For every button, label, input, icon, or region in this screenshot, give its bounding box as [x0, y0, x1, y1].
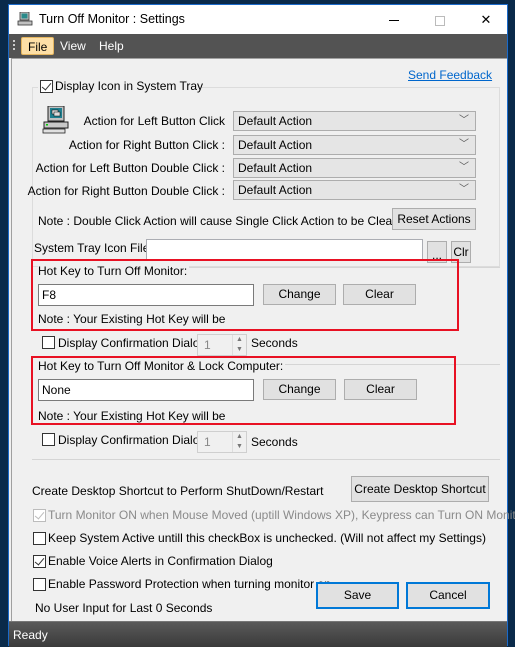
hotkey1-input[interactable] — [38, 284, 254, 306]
hotkey2-clear-button[interactable]: Clear — [344, 379, 417, 400]
send-feedback-link[interactable]: Send Feedback — [408, 68, 492, 82]
computer-icon — [42, 106, 69, 134]
mouse-move-label: Turn Monitor ON when Mouse Moved (uptill… — [48, 508, 515, 522]
status-text: Ready — [13, 628, 48, 642]
right-click-action-select[interactable]: Default Action ﹀ — [233, 135, 476, 155]
reset-actions-button[interactable]: Reset Actions — [392, 208, 476, 230]
close-icon: ✕ — [480, 12, 492, 27]
status-bar: Ready — [9, 621, 507, 647]
hotkey2-seconds-label: Seconds — [251, 435, 298, 449]
hotkey1-title: Hot Key to Turn Off Monitor: — [38, 264, 190, 278]
double-click-note: Note : Double Click Action will cause Si… — [38, 214, 410, 228]
hotkey2-seconds-spinner[interactable]: 1 ▲ ▼ — [197, 431, 247, 453]
title-bar[interactable]: Turn Off Monitor : Settings ✕ — [9, 5, 507, 34]
voice-alerts-label: Enable Voice Alerts in Confirmation Dial… — [48, 554, 273, 568]
right-double-click-action-label: Action for Right Button Double Click : — [27, 184, 225, 198]
shortcut-label: Create Desktop Shortcut to Perform ShutD… — [32, 484, 324, 498]
keep-active-label: Keep System Active untill this checkBox … — [48, 531, 486, 545]
chevron-down-icon: ﹀ — [459, 184, 469, 195]
settings-panel: Send Feedback Display Icon in System Tra… — [11, 58, 515, 621]
hotkey2-confirm-checkbox[interactable] — [42, 433, 55, 446]
mouse-move-checkbox[interactable] — [33, 509, 46, 522]
chevron-down-icon: ﹀ — [459, 115, 469, 126]
minimize-icon — [389, 20, 399, 22]
left-double-click-action-label: Action for Left Button Double Click : — [35, 161, 225, 175]
hotkey1-confirm-label: Display Confirmation Dialog — [58, 336, 207, 350]
hotkey1-clear-button[interactable]: Clear — [343, 284, 416, 305]
close-button[interactable]: ✕ — [463, 5, 509, 34]
voice-alerts-checkbox[interactable] — [33, 555, 46, 568]
display-icon-label: Display Icon in System Tray — [55, 79, 204, 93]
spin-down-icon[interactable]: ▼ — [232, 345, 246, 355]
window-title: Turn Off Monitor : Settings — [39, 12, 185, 26]
monitor-app-icon — [17, 12, 33, 26]
minimize-button[interactable] — [371, 5, 417, 34]
spin-down-icon[interactable]: ▼ — [232, 442, 246, 452]
right-click-action-label: Action for Right Button Click : — [68, 138, 225, 152]
spin-up-icon[interactable]: ▲ — [232, 335, 246, 345]
cancel-button[interactable]: Cancel — [406, 582, 490, 609]
settings-window: Turn Off Monitor : Settings ✕ File View … — [8, 4, 515, 647]
menu-grip-handle[interactable] — [13, 40, 15, 52]
icon-file-label: System Tray Icon File — [34, 241, 150, 255]
hotkey1-change-button[interactable]: Change — [263, 284, 336, 305]
hotkey1-note: Note : Your Existing Hot Key will be — [38, 312, 226, 326]
icon-file-input[interactable] — [146, 239, 423, 261]
idle-time-text: No User Input for Last 0 Seconds — [35, 601, 213, 615]
password-protection-checkbox[interactable] — [33, 578, 46, 591]
keep-active-checkbox[interactable] — [33, 532, 46, 545]
left-double-click-action-select[interactable]: Default Action ﹀ — [233, 158, 476, 178]
save-button[interactable]: Save — [316, 582, 399, 609]
menu-help[interactable]: Help — [93, 37, 130, 55]
maximize-icon — [435, 15, 445, 26]
chevron-down-icon: ﹀ — [459, 162, 469, 173]
hotkey1-seconds-label: Seconds — [251, 336, 298, 350]
hotkey2-note: Note : Your Existing Hot Key will be — [38, 409, 226, 423]
hotkey2-title: Hot Key to Turn Off Monitor & Lock Compu… — [38, 359, 286, 373]
maximize-button[interactable] — [417, 5, 463, 34]
menu-view[interactable]: View — [54, 37, 92, 55]
hotkey2-change-button[interactable]: Change — [263, 379, 336, 400]
spin-up-icon[interactable]: ▲ — [232, 432, 246, 442]
hotkey1-confirm-checkbox[interactable] — [42, 336, 55, 349]
hotkey2-confirm-label: Display Confirmation Dialog — [58, 433, 207, 447]
hotkey1-seconds-spinner[interactable]: 1 ▲ ▼ — [197, 334, 247, 356]
left-click-action-select[interactable]: Default Action ﹀ — [233, 111, 476, 131]
menu-bar: File View Help — [9, 34, 507, 58]
left-click-action-label: Action for Left Button Click — [83, 114, 225, 128]
password-protection-label: Enable Password Protection when turning … — [48, 577, 331, 591]
hotkey2-input[interactable] — [38, 379, 254, 401]
chevron-down-icon: ﹀ — [459, 139, 469, 150]
right-double-click-action-select[interactable]: Default Action ﹀ — [233, 180, 476, 200]
menu-file[interactable]: File — [21, 37, 55, 55]
create-shortcut-button[interactable]: Create Desktop Shortcut — [351, 476, 489, 502]
divider — [32, 459, 500, 460]
display-icon-checkbox[interactable] — [40, 80, 53, 93]
